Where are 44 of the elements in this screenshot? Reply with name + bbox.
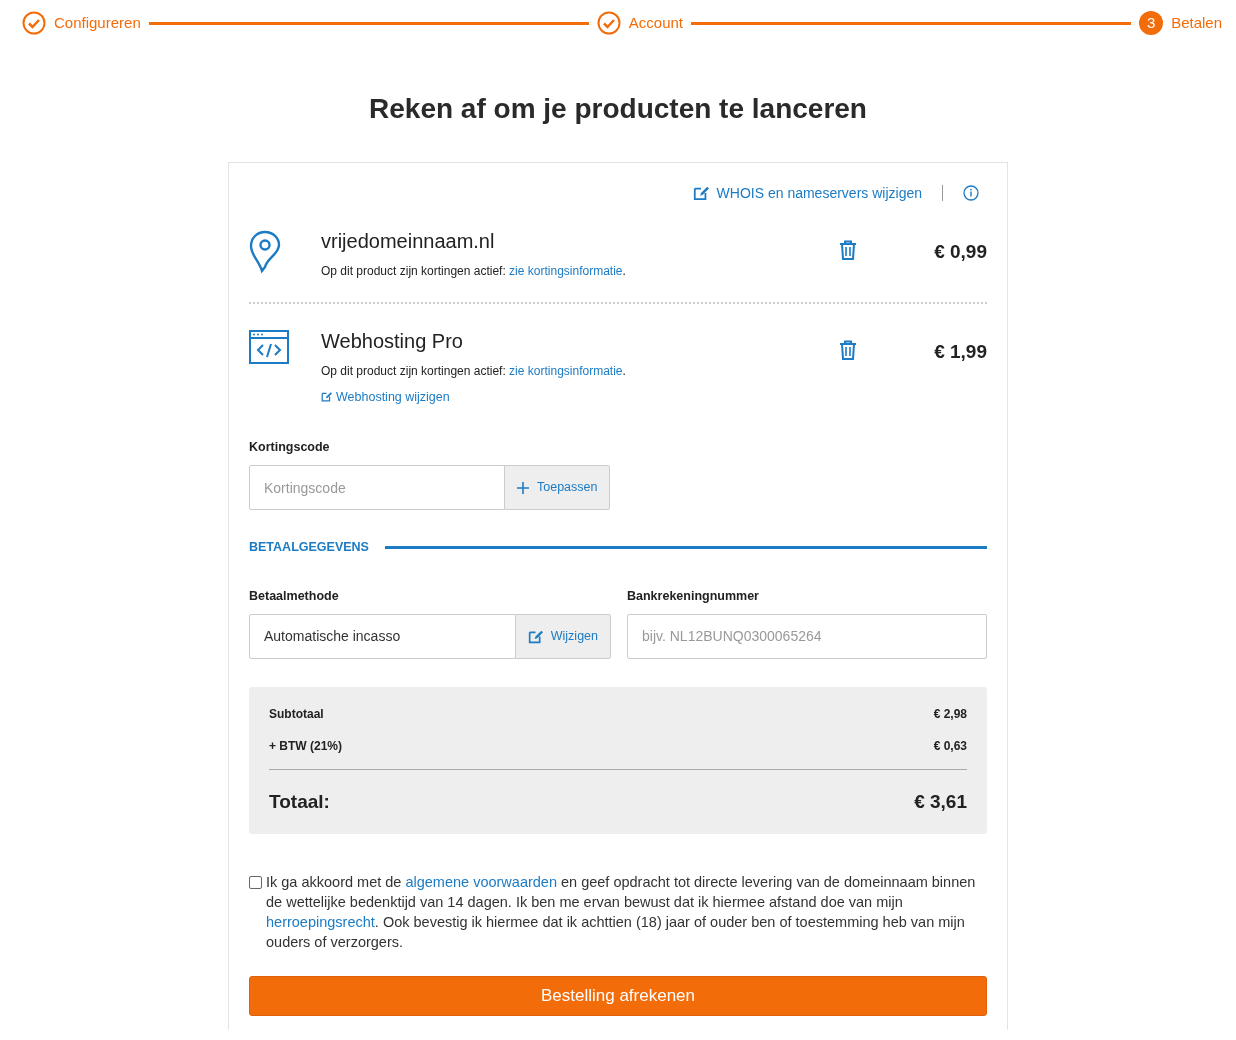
consent-text: Ik ga akkoord met de algemene voorwaarden en geef opdracht tot directe levering van de domeinnaam binnen de wettelijke bedenktijd van 14 dagen. Ik ben me ervan bewust dat ik hiermee afstand doe van mijn herroepingsrecht. Ook bevestig ik hiermee dat ik achttien (18) jaar of ouder ben of toestemming heb van mijn ouders of verzorgers.: [266, 873, 977, 953]
plus-icon: [517, 481, 529, 494]
discount-info-link[interactable]: zie kortingsinformatie: [509, 363, 623, 378]
location-pin-icon: [249, 229, 281, 274]
total-label: Totaal:: [269, 789, 330, 814]
field-label: Betaalmethode: [249, 587, 340, 605]
summary-label: Subtotaal: [269, 705, 324, 723]
step-label[interactable]: Betalen: [1171, 11, 1222, 35]
terms-link[interactable]: herroepingsrecht: [266, 914, 375, 931]
terms-link[interactable]: algemene voorwaarden: [405, 874, 557, 891]
product-note: Op dit product zijn kortingen actief: zie kortingsinformatie.: [321, 362, 627, 380]
hosting-edit-link[interactable]: Webhosting wijzigen: [321, 387, 450, 407]
trash-icon[interactable]: [839, 239, 857, 260]
field-label: Kortingscode: [249, 439, 331, 457]
info-icon[interactable]: [963, 185, 979, 202]
trash-icon[interactable]: [839, 339, 857, 360]
change-button[interactable]: Wijzigen: [514, 613, 611, 659]
payment-method-field[interactable]: Automatische incasso: [249, 613, 516, 659]
edit-icon: [527, 628, 543, 644]
edit-icon: [692, 185, 709, 202]
field-label: Bankrekeningnummer: [627, 587, 760, 605]
apply-button[interactable]: Toepassen: [504, 465, 611, 511]
step-label[interactable]: Account: [628, 11, 684, 35]
total-value: € 3,61: [914, 789, 967, 814]
discount-code-field[interactable]: Kortingscode: [249, 465, 505, 511]
product-price: € 1,99: [933, 339, 987, 364]
edit-icon: [321, 391, 332, 403]
checkbox[interactable]: [249, 876, 262, 890]
code-window-icon: [249, 329, 289, 364]
step-number: 3: [1139, 11, 1164, 35]
section-heading: BETAALGEGEVENS: [249, 539, 369, 557]
page-title: Reken af om je producten te lanceren: [368, 92, 868, 126]
step-label[interactable]: Configureren: [54, 11, 141, 35]
product-name: Webhosting Pro: [321, 328, 464, 354]
checkout-button[interactable]: Bestelling afrekenen: [249, 976, 987, 1017]
discount-info-link[interactable]: zie kortingsinformatie: [509, 263, 623, 278]
summary-value: € 0,63: [933, 737, 967, 755]
product-name: vrijedomeinnaam.nl: [321, 228, 496, 254]
summary-value: € 2,98: [933, 705, 967, 723]
summary-label: + BTW (21%): [269, 737, 342, 755]
whois-link[interactable]: WHOIS en nameservers wijzigen: [692, 182, 922, 204]
product-price: € 0,99: [933, 239, 987, 264]
product-note: Op dit product zijn kortingen actief: zie kortingsinformatie.: [321, 262, 627, 280]
bank-account-field[interactable]: bijv. NL12BUNQ0300065264: [627, 613, 987, 659]
